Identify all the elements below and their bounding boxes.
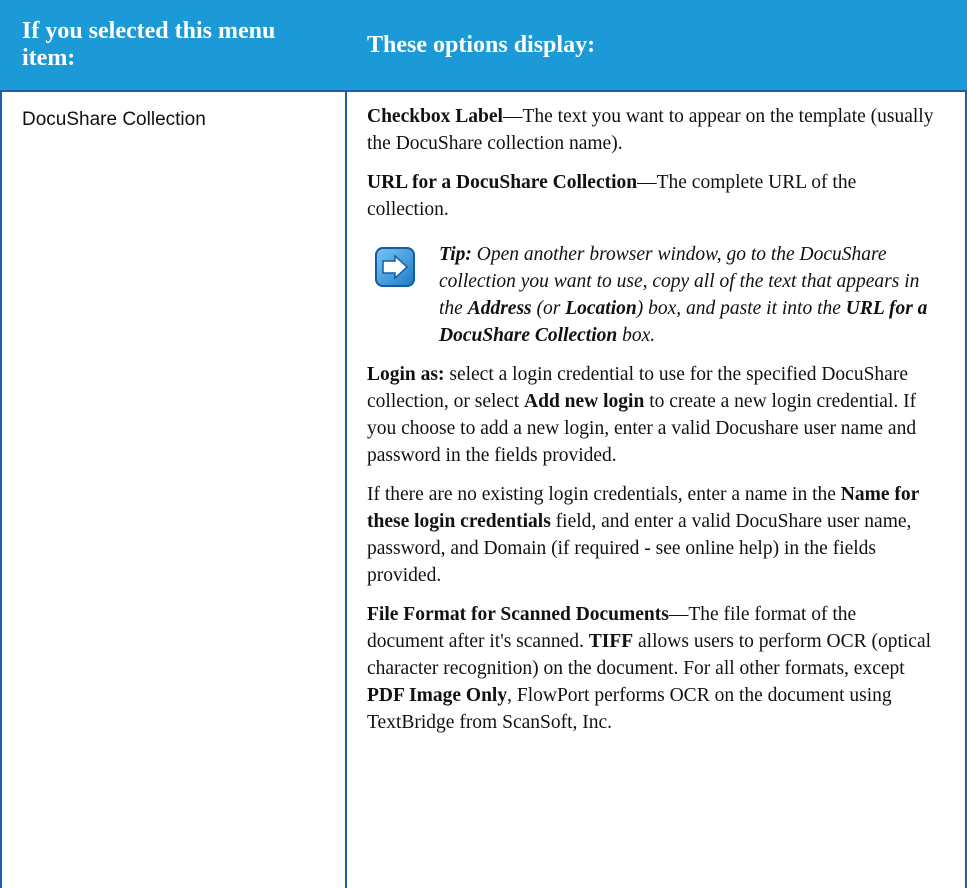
tip-label: Tip: bbox=[439, 244, 472, 265]
header-rule bbox=[0, 90, 967, 92]
column-divider bbox=[345, 90, 347, 888]
header-menu-item: If you selected this menu item: bbox=[22, 18, 276, 71]
checkbox-label-term: Checkbox Label bbox=[367, 106, 503, 127]
url-paragraph: URL for a DocuShare Collection—The compl… bbox=[367, 172, 857, 220]
login-paragraph: Login as: select a login credential to u… bbox=[367, 364, 917, 466]
login-term: Login as: bbox=[367, 364, 445, 385]
url-term: URL for a DocuShare Collection bbox=[367, 172, 638, 193]
header-options: These options display: bbox=[367, 31, 596, 58]
tip-note: Tip: Open another browser window, go to … bbox=[367, 241, 937, 349]
arrow-right-icon bbox=[375, 247, 415, 287]
table-left-border bbox=[0, 90, 2, 888]
menu-item-cell: DocuShare Collection bbox=[22, 109, 206, 130]
no-login-paragraph: If there are no existing login credentia… bbox=[367, 484, 919, 586]
options-table: If you selected this menu item: These op… bbox=[0, 0, 967, 888]
checkbox-label-paragraph: Checkbox Label—The text you want to appe… bbox=[367, 106, 934, 154]
file-format-term: File Format for Scanned Documents bbox=[367, 604, 669, 625]
file-format-paragraph: File Format for Scanned Documents—The fi… bbox=[367, 604, 932, 733]
options-cell: Checkbox Label—The text you want to appe… bbox=[367, 103, 937, 748]
table-header: If you selected this menu item: These op… bbox=[0, 0, 967, 90]
